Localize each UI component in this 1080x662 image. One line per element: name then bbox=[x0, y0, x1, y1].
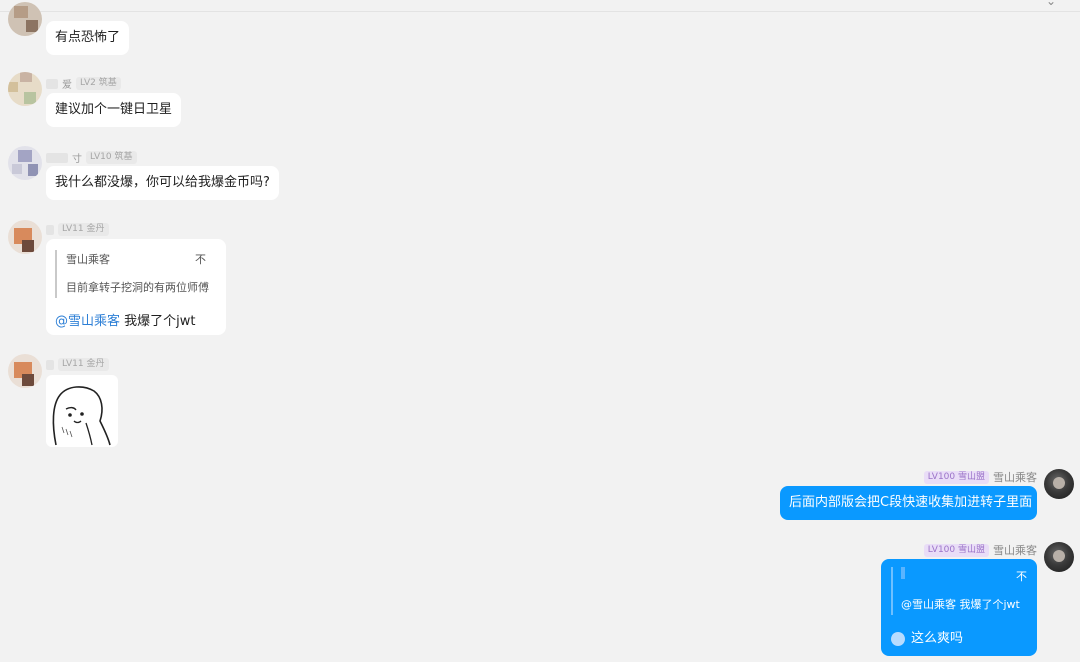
quote-text: @雪山乘客 我爆了个jwt bbox=[901, 598, 1020, 611]
self-message-bubble[interactable]: 不 @雪山乘客 我爆了个jwt 这么爽吗 bbox=[881, 559, 1037, 656]
message-bubble[interactable]: 我什么都没爆，你可以给我爆金币吗? bbox=[46, 166, 279, 200]
mention-link[interactable]: @雪山乘客 bbox=[55, 314, 120, 329]
avatar[interactable] bbox=[8, 146, 42, 180]
reply-quote[interactable]: 不 @雪山乘客 我爆了个jwt bbox=[891, 567, 1027, 615]
level-badge: LV2 筑基 bbox=[76, 77, 121, 90]
more-icon[interactable]: ⌄ bbox=[1046, 0, 1056, 8]
message-text: 我什么都没爆，你可以给我爆金币吗? bbox=[55, 175, 270, 190]
message-text: 有点恐怖了 bbox=[55, 30, 121, 45]
message-bubble[interactable]: 雪山乘客 不 目前拿转子挖洞的有两位师傅 @雪山乘客 我爆了个jwt bbox=[46, 239, 226, 335]
quote-text: 目前拿转子挖洞的有两位师傅 bbox=[66, 281, 209, 294]
message-text: 建议加个一键日卫星 bbox=[55, 102, 173, 117]
level-badge: LV10 筑基 bbox=[86, 151, 137, 164]
level-badge: LV100 雪山盟 bbox=[923, 470, 989, 484]
avatar[interactable] bbox=[8, 220, 42, 254]
message-bubble[interactable]: 建议加个一键日卫星 bbox=[46, 93, 182, 127]
self-message-bubble[interactable]: 后面内部版会把C段快速收集加进转子里面 bbox=[780, 486, 1037, 520]
self-avatar[interactable] bbox=[1044, 542, 1074, 572]
sender-meta: 爱 LV2 筑基 bbox=[46, 76, 121, 91]
reply-quote[interactable]: 雪山乘客 不 目前拿转子挖洞的有两位师傅 bbox=[55, 250, 217, 298]
self-sender-meta: LV100 雪山盟 雪山乘客 bbox=[923, 542, 1037, 558]
avatar[interactable] bbox=[8, 354, 42, 388]
avatar[interactable] bbox=[8, 72, 42, 106]
sender-meta: LV11 金丹 bbox=[46, 358, 109, 371]
message-bubble[interactable]: 有点恐怖了 bbox=[46, 21, 130, 55]
sender-name: 寸 bbox=[72, 154, 82, 165]
self-sender-meta: LV100 雪山盟 雪山乘客 bbox=[923, 469, 1037, 485]
avatar[interactable] bbox=[8, 2, 42, 36]
level-badge: LV11 金丹 bbox=[58, 358, 109, 371]
self-avatar[interactable] bbox=[1044, 469, 1074, 499]
sender-name: 雪山乘客 bbox=[993, 471, 1037, 484]
quote-suffix: 不 bbox=[195, 253, 206, 266]
quote-suffix: 不 bbox=[1016, 570, 1027, 583]
level-badge: LV100 雪山盟 bbox=[923, 543, 989, 557]
message-text: 这么爽吗 bbox=[911, 631, 964, 646]
level-badge: LV11 金丹 bbox=[58, 223, 109, 236]
sender-name: 爱 bbox=[62, 80, 72, 91]
sticker-image[interactable] bbox=[46, 375, 118, 447]
sender-meta: 寸 LV10 筑基 bbox=[46, 150, 137, 165]
top-divider bbox=[0, 11, 1080, 12]
sender-meta: LV11 金丹 bbox=[46, 223, 109, 236]
message-text: 我爆了个jwt bbox=[124, 314, 196, 329]
message-text: 后面内部版会把C段快速收集加进转子里面 bbox=[789, 495, 1033, 510]
quote-author: 雪山乘客 bbox=[66, 253, 110, 266]
small-avatar-icon bbox=[891, 632, 905, 646]
doodle-sticker-icon bbox=[52, 386, 111, 446]
sender-name: 雪山乘客 bbox=[993, 544, 1037, 557]
